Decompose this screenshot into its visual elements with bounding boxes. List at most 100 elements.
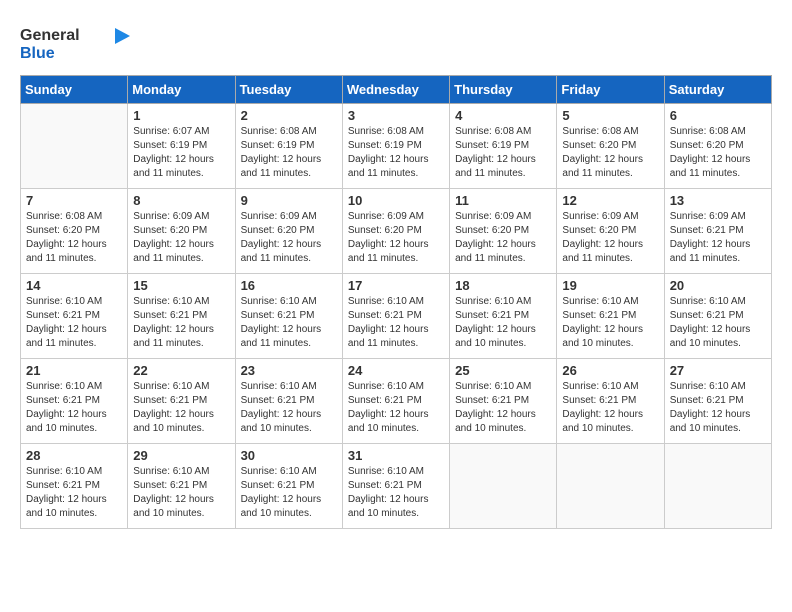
day-info: Sunrise: 6:09 AMSunset: 6:20 PMDaylight:…	[348, 210, 444, 266]
day-info: Sunrise: 6:09 AMSunset: 6:20 PMDaylight:…	[562, 210, 658, 266]
day-info: Sunrise: 6:10 AMSunset: 6:21 PMDaylight:…	[241, 380, 337, 436]
day-number: 24	[348, 363, 444, 378]
day-number: 20	[670, 278, 766, 293]
svg-text:General: General	[20, 27, 80, 44]
svg-text:Blue: Blue	[20, 45, 55, 62]
calendar-header: SundayMondayTuesdayWednesdayThursdayFrid…	[21, 76, 772, 104]
day-info: Sunrise: 6:09 AMSunset: 6:20 PMDaylight:…	[133, 210, 229, 266]
day-number: 16	[241, 278, 337, 293]
calendar-cell: 17 Sunrise: 6:10 AMSunset: 6:21 PMDayligh…	[342, 274, 449, 359]
calendar-week-row: 7Sunrise: 6:08 AMSunset: 6:20 PMDaylight…	[21, 189, 772, 274]
weekday-header: Sunday	[21, 76, 128, 104]
day-info: Sunrise: 6:10 AMSunset: 6:21 PMDaylight:…	[241, 295, 337, 351]
logo: General Blue	[20, 20, 130, 65]
day-number: 23	[241, 363, 337, 378]
page-header: General Blue	[20, 20, 772, 65]
day-number: 26	[562, 363, 658, 378]
day-info: Sunrise: 6:08 AMSunset: 6:19 PMDaylight:…	[241, 125, 337, 181]
day-number: 7	[26, 193, 122, 208]
calendar-cell: 24 Sunrise: 6:10 AMSunset: 6:21 PMDayligh…	[342, 359, 449, 444]
day-number: 2	[241, 108, 337, 123]
calendar-cell: 28 Sunrise: 6:10 AMSunset: 6:21 PMDayligh…	[21, 444, 128, 529]
calendar-cell: 8 Sunrise: 6:09 AMSunset: 6:20 PMDaylight…	[128, 189, 235, 274]
day-info: Sunrise: 6:10 AMSunset: 6:21 PMDaylight:…	[26, 295, 122, 351]
day-number: 18	[455, 278, 551, 293]
calendar-cell: 26 Sunrise: 6:10 AMSunset: 6:21 PMDayligh…	[557, 359, 664, 444]
calendar-cell: 27Sunrise: 6:10 AMSunset: 6:21 PMDayligh…	[664, 359, 771, 444]
calendar-cell	[664, 444, 771, 529]
day-info: Sunrise: 6:08 AMSunset: 6:20 PMDaylight:…	[562, 125, 658, 181]
day-number: 19	[562, 278, 658, 293]
day-number: 21	[26, 363, 122, 378]
calendar-cell: 25 Sunrise: 6:10 AMSunset: 6:21 PMDayligh…	[450, 359, 557, 444]
day-number: 4	[455, 108, 551, 123]
calendar-cell: 16 Sunrise: 6:10 AMSunset: 6:21 PMDayligh…	[235, 274, 342, 359]
day-info: Sunrise: 6:09 AMSunset: 6:21 PMDaylight:…	[670, 210, 766, 266]
calendar-cell	[21, 104, 128, 189]
calendar-cell: 12 Sunrise: 6:09 AMSunset: 6:20 PMDayligh…	[557, 189, 664, 274]
day-number: 3	[348, 108, 444, 123]
day-number: 6	[670, 108, 766, 123]
calendar-cell: 5 Sunrise: 6:08 AMSunset: 6:20 PMDaylight…	[557, 104, 664, 189]
day-info: Sunrise: 6:10 AMSunset: 6:21 PMDaylight:…	[562, 295, 658, 351]
weekday-header: Friday	[557, 76, 664, 104]
day-info: Sunrise: 6:09 AMSunset: 6:20 PMDaylight:…	[455, 210, 551, 266]
day-info: Sunrise: 6:10 AMSunset: 6:21 PMDaylight:…	[455, 295, 551, 351]
day-info: Sunrise: 6:10 AMSunset: 6:21 PMDaylight:…	[241, 465, 337, 521]
calendar-cell: 13 Sunrise: 6:09 AMSunset: 6:21 PMDayligh…	[664, 189, 771, 274]
day-info: Sunrise: 6:10 AMSunset: 6:21 PMDaylight:…	[348, 295, 444, 351]
calendar-cell: 1 Sunrise: 6:07 AMSunset: 6:19 PMDaylight…	[128, 104, 235, 189]
day-number: 9	[241, 193, 337, 208]
calendar-cell: 22 Sunrise: 6:10 AMSunset: 6:21 PMDayligh…	[128, 359, 235, 444]
day-info: Sunrise: 6:10 AMSunset: 6:21 PMDaylight:…	[133, 380, 229, 436]
day-info: Sunrise: 6:10 AMSunset: 6:21 PMDaylight:…	[562, 380, 658, 436]
calendar-cell: 15Sunrise: 6:10 AMSunset: 6:21 PMDayligh…	[128, 274, 235, 359]
calendar-cell	[450, 444, 557, 529]
day-number: 8	[133, 193, 229, 208]
calendar-week-row: 14 Sunrise: 6:10 AMSunset: 6:21 PMDayligh…	[21, 274, 772, 359]
day-info: Sunrise: 6:10 AMSunset: 6:21 PMDaylight:…	[26, 465, 122, 521]
day-info: Sunrise: 6:10 AMSunset: 6:21 PMDaylight:…	[348, 380, 444, 436]
day-number: 12	[562, 193, 658, 208]
weekday-header: Monday	[128, 76, 235, 104]
day-info: Sunrise: 6:10 AMSunset: 6:21 PMDaylight:…	[455, 380, 551, 436]
day-number: 28	[26, 448, 122, 463]
calendar-cell: 19 Sunrise: 6:10 AMSunset: 6:21 PMDayligh…	[557, 274, 664, 359]
calendar-week-row: 28 Sunrise: 6:10 AMSunset: 6:21 PMDayligh…	[21, 444, 772, 529]
calendar-cell: 30 Sunrise: 6:10 AMSunset: 6:21 PMDayligh…	[235, 444, 342, 529]
day-info: Sunrise: 6:10 AMSunset: 6:21 PMDaylight:…	[348, 465, 444, 521]
day-number: 10	[348, 193, 444, 208]
calendar-week-row: 21 Sunrise: 6:10 AMSunset: 6:21 PMDayligh…	[21, 359, 772, 444]
day-info: Sunrise: 6:08 AMSunset: 6:20 PMDaylight:…	[670, 125, 766, 181]
day-number: 30	[241, 448, 337, 463]
weekday-header: Wednesday	[342, 76, 449, 104]
day-number: 11	[455, 193, 551, 208]
day-info: Sunrise: 6:10 AMSunset: 6:21 PMDaylight:…	[133, 465, 229, 521]
weekday-header: Thursday	[450, 76, 557, 104]
day-info: Sunrise: 6:08 AMSunset: 6:19 PMDaylight:…	[455, 125, 551, 181]
day-number: 22	[133, 363, 229, 378]
calendar-cell: 4 Sunrise: 6:08 AMSunset: 6:19 PMDaylight…	[450, 104, 557, 189]
calendar-cell: 2 Sunrise: 6:08 AMSunset: 6:19 PMDaylight…	[235, 104, 342, 189]
header-row: SundayMondayTuesdayWednesdayThursdayFrid…	[21, 76, 772, 104]
calendar-cell: 14 Sunrise: 6:10 AMSunset: 6:21 PMDayligh…	[21, 274, 128, 359]
day-number: 13	[670, 193, 766, 208]
day-number: 14	[26, 278, 122, 293]
calendar-table: SundayMondayTuesdayWednesdayThursdayFrid…	[20, 75, 772, 529]
calendar-cell	[557, 444, 664, 529]
calendar-cell: 7Sunrise: 6:08 AMSunset: 6:20 PMDaylight…	[21, 189, 128, 274]
calendar-cell: 21Sunrise: 6:10 AMSunset: 6:21 PMDayligh…	[21, 359, 128, 444]
day-number: 31	[348, 448, 444, 463]
day-number: 25	[455, 363, 551, 378]
calendar-cell: 29Sunrise: 6:10 AMSunset: 6:21 PMDayligh…	[128, 444, 235, 529]
calendar-cell: 3Sunrise: 6:08 AMSunset: 6:19 PMDaylight…	[342, 104, 449, 189]
day-number: 1	[133, 108, 229, 123]
day-number: 15	[133, 278, 229, 293]
calendar-cell: 20Sunrise: 6:10 AMSunset: 6:21 PMDayligh…	[664, 274, 771, 359]
day-info: Sunrise: 6:07 AMSunset: 6:19 PMDaylight:…	[133, 125, 229, 181]
day-number: 5	[562, 108, 658, 123]
calendar-cell: 31 Sunrise: 6:10 AMSunset: 6:21 PMDayligh…	[342, 444, 449, 529]
day-number: 17	[348, 278, 444, 293]
day-number: 27	[670, 363, 766, 378]
weekday-header: Saturday	[664, 76, 771, 104]
